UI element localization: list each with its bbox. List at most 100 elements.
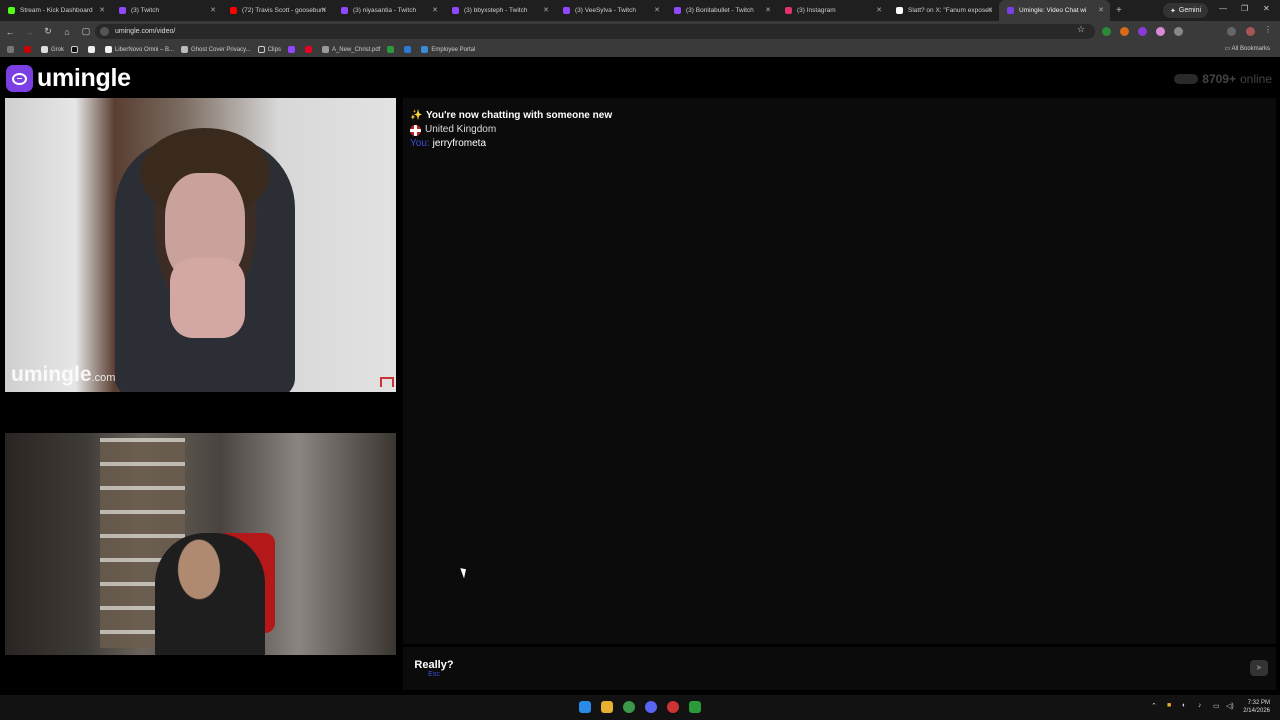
bookmark-libernovo[interactable]: LiberNovo Omni – B... (105, 46, 174, 53)
tray-overflow-icon[interactable]: ⌃ (1151, 702, 1157, 710)
report-flag-icon[interactable] (380, 377, 394, 387)
url-bar[interactable]: umingle.com/video/ (95, 24, 1095, 39)
extension-icon[interactable] (1156, 27, 1165, 36)
country-text: United Kingdom (425, 124, 497, 135)
tray-app-icon[interactable]: ■ (1167, 702, 1171, 709)
stranger-video: umingle.com (5, 98, 396, 392)
bookmark-star-icon[interactable]: ☆ (1077, 24, 1085, 35)
online-counter: 8709+ online (1174, 72, 1272, 86)
tab-umingle[interactable]: Umingle: Video Chat wi ✕ (999, 0, 1110, 21)
close-icon[interactable]: ✕ (987, 6, 993, 14)
reload-icon[interactable]: ↻ (39, 26, 57, 37)
menu-kebab-icon[interactable]: ⋮ (1264, 25, 1273, 34)
tab-kick-dashboard[interactable]: Stream - Kick Dashboard ✕ (0, 0, 111, 21)
blue-bookmark[interactable] (404, 46, 414, 53)
tab-label: (72) Travis Scott - goosebum (242, 7, 326, 14)
online-count: 8709+ (1202, 72, 1236, 86)
home-icon[interactable]: ⌂ (58, 27, 76, 37)
folder-icon (257, 46, 265, 53)
gemini-button[interactable]: ✦ Gemini (1163, 3, 1209, 18)
windows-taskbar: ⌃ ■ ◐ ♪ ▭ ◁) 7:32 PM 2/14/2026 (0, 695, 1280, 720)
extensions-puzzle-icon[interactable] (1174, 27, 1183, 36)
profile-avatar[interactable] (1246, 27, 1255, 36)
bookmark-folder-clips[interactable]: Clips (257, 46, 281, 53)
profile-avatar[interactable] (1227, 27, 1236, 36)
volume-icon[interactable]: ◁) (1226, 702, 1234, 710)
file-explorer-icon[interactable] (601, 701, 613, 713)
country-line: United Kingdom (410, 123, 612, 137)
chrome-alt-icon[interactable] (667, 701, 679, 713)
tab-twitch-bbyxsteph[interactable]: (3) bbyxsteph - Twitch ✕ (444, 0, 555, 21)
you-line: You: jerryfrometa (410, 137, 612, 151)
close-icon[interactable]: ✕ (543, 6, 549, 14)
close-icon[interactable]: ✕ (654, 6, 660, 14)
tab-search-icon[interactable]: ▢ (77, 26, 95, 37)
extension-icon[interactable] (1138, 27, 1147, 36)
sparkles-icon: ✨ (410, 110, 423, 121)
forward-icon[interactable]: → (20, 27, 38, 37)
bookmark-label: Ghost Cover Privacy... (191, 46, 251, 53)
twitch-bookmark[interactable] (287, 46, 298, 53)
back-icon[interactable]: ← (1, 27, 19, 37)
close-icon[interactable]: ✕ (210, 6, 216, 14)
close-icon[interactable]: ✕ (432, 6, 438, 14)
tab-youtube[interactable]: (72) Travis Scott - goosebum ✕ (222, 0, 333, 21)
xbox-icon[interactable] (689, 701, 701, 713)
skip-button[interactable]: Really? Esc (413, 659, 455, 678)
bookmark-label: LiberNovo Omni – B... (115, 46, 175, 53)
x-bookmark[interactable] (88, 46, 98, 53)
close-icon[interactable]: ✕ (321, 6, 327, 14)
message-input[interactable] (471, 655, 1241, 683)
watermark-main: umingle (11, 363, 92, 386)
minimize-icon[interactable]: — (1219, 4, 1227, 13)
close-icon[interactable]: ✕ (99, 6, 105, 14)
extension-icon[interactable] (1102, 27, 1111, 36)
network-icon[interactable]: ▭ (1213, 702, 1220, 710)
tray-app-icon[interactable]: ◐ (1182, 702, 1186, 709)
tab-twitch-veesylva[interactable]: (3) VeeSylva - Twitch ✕ (555, 0, 666, 21)
close-icon[interactable]: ✕ (765, 6, 771, 14)
bookmark-employee-portal[interactable]: Employee Portal (421, 46, 475, 53)
close-icon[interactable]: ✕ (1098, 6, 1104, 14)
new-chat-text: You're now chatting with someone new (426, 110, 613, 121)
close-icon[interactable]: ✕ (876, 6, 882, 14)
system-clock[interactable]: 7:32 PM 2/14/2026 (1243, 699, 1270, 715)
tab-twitch-bonitabullet[interactable]: (3) Bonitabullet - Twitch ✕ (666, 0, 777, 21)
tab-label: (3) VeeSylva - Twitch (575, 7, 636, 14)
window-close-icon[interactable]: ✕ (1263, 4, 1270, 13)
umingle-page: umingle 8709+ online umingle.com ✨ You're… (0, 57, 1280, 695)
youtube-icon (230, 7, 237, 14)
discord-icon[interactable] (645, 701, 657, 713)
tab-instagram[interactable]: (3) Instagram ✕ (777, 0, 888, 21)
bookmark-label: Employee Portal (431, 46, 476, 53)
windows-start-icon[interactable] (579, 701, 591, 713)
apps-icon[interactable] (7, 46, 17, 53)
uk-flag-icon (410, 124, 421, 136)
maximize-icon[interactable]: ❐ (1241, 4, 1248, 13)
pinterest-bookmark[interactable] (304, 46, 315, 53)
esc-hint: Esc (428, 671, 440, 678)
send-icon: ➤ (1255, 663, 1263, 672)
online-toggle[interactable] (1174, 74, 1199, 84)
bookmark-pdf[interactable]: A_New_Christ.pdf (321, 46, 380, 53)
chrome-icon[interactable] (623, 701, 635, 713)
tab-x[interactable]: Slatt? on X: "Fanum exposes ✕ (888, 0, 999, 21)
chat-bubble-icon (6, 65, 33, 92)
address-toolbar: ← → ↻ ⌂ ▢ umingle.com/video/ ☆ ⋮ (0, 21, 1280, 42)
new-tab-button[interactable]: + (1116, 5, 1122, 16)
tab-twitch-niyasantia[interactable]: (3) niyasantia - Twitch ✕ (333, 0, 444, 21)
bookmark-grok[interactable]: Grok (41, 46, 64, 53)
watermark-suffix: .com (91, 372, 116, 384)
youtube-bookmark[interactable] (24, 46, 34, 53)
all-bookmarks[interactable]: ▭ All Bookmarks (1225, 45, 1270, 52)
tab-twitch[interactable]: (3) Twitch ✕ (111, 0, 222, 21)
site-info-icon[interactable] (100, 27, 109, 36)
sparkle-icon: ✦ (1170, 7, 1176, 15)
green-bookmark[interactable] (387, 46, 397, 53)
microphone-icon[interactable]: ♪ (1198, 702, 1202, 709)
extension-icon[interactable] (1120, 27, 1129, 36)
umingle-logo[interactable]: umingle (6, 64, 131, 93)
send-button[interactable]: ➤ (1250, 660, 1268, 676)
bookmark-ghost-cover[interactable]: Ghost Cover Privacy... (181, 46, 251, 53)
tiktok-bookmark[interactable] (71, 46, 81, 53)
